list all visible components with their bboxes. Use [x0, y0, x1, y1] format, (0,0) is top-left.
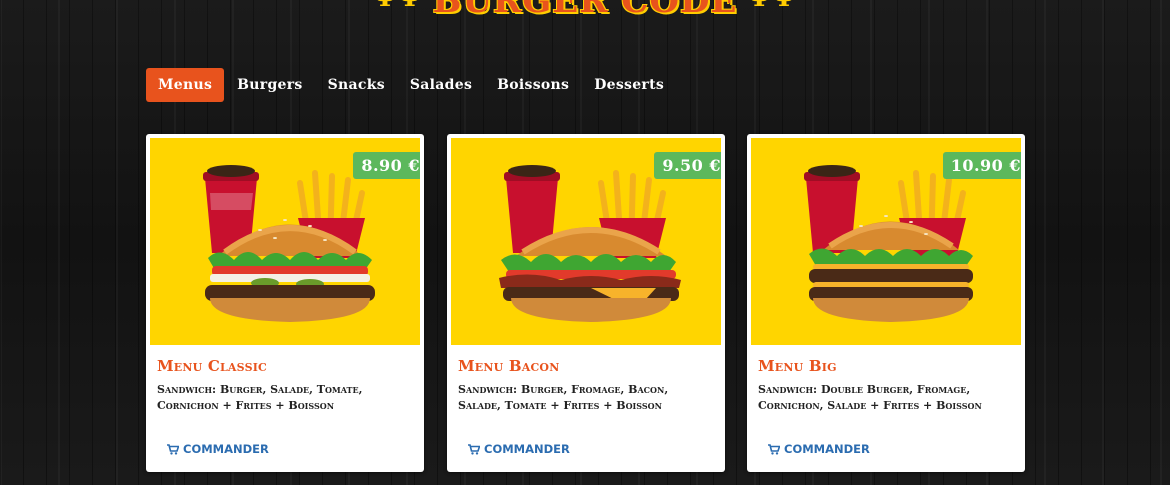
price-badge: 10.90 €: [942, 152, 1021, 179]
cart-icon: [167, 443, 179, 455]
product-photo: 8.90 €: [150, 138, 420, 345]
cart-icon: [768, 443, 780, 455]
order-button[interactable]: COMMANDER: [768, 442, 870, 456]
fork-knife-icon: ΨΨ: [747, 0, 796, 13]
product-photo: 10.90 €: [751, 138, 1021, 345]
product-card-menu-classic: 8.90 € Menu Classic Sandwich: Burger, Sa…: [146, 134, 424, 472]
order-button[interactable]: COMMANDER: [167, 442, 269, 456]
category-tabs: Menus Burgers Snacks Salades Boissons De…: [146, 68, 677, 102]
order-label: COMMANDER: [784, 442, 870, 456]
product-description: Sandwich: Double Burger, Fromage, Cornic…: [758, 383, 982, 412]
product-card-menu-bacon: 9.50 € Menu Bacon Sandwich: Burger, From…: [447, 134, 725, 472]
brand-name: BURGER CODE: [432, 0, 738, 21]
product-name: Menu Big: [758, 357, 837, 375]
order-label: COMMANDER: [183, 442, 269, 456]
tab-snacks[interactable]: Snacks: [316, 68, 397, 102]
product-description: Sandwich: Burger, Salade, Tomate, Cornic…: [157, 383, 363, 412]
cart-icon: [468, 443, 480, 455]
tab-menus[interactable]: Menus: [146, 68, 225, 102]
product-name: Menu Bacon: [458, 357, 560, 375]
tab-desserts[interactable]: Desserts: [582, 68, 676, 102]
price-badge: 8.90 €: [353, 152, 420, 179]
product-photo: 9.50 €: [451, 138, 721, 345]
price-badge: 9.50 €: [654, 152, 721, 179]
tab-burgers[interactable]: Burgers: [225, 68, 314, 102]
product-name: Menu Classic: [157, 357, 268, 375]
order-button[interactable]: COMMANDER: [468, 442, 570, 456]
order-label: COMMANDER: [484, 442, 570, 456]
fork-knife-icon: ΨΨ: [373, 0, 422, 13]
product-card-menu-big: 10.90 € Menu Big Sandwich: Double Burger…: [747, 134, 1025, 472]
brand-logo: ΨΨ BURGER CODE ΨΨ: [0, 0, 1170, 21]
product-description: Sandwich: Burger, Fromage, Bacon, Salade…: [458, 383, 669, 412]
tab-boissons[interactable]: Boissons: [485, 68, 581, 102]
tab-salades[interactable]: Salades: [398, 68, 484, 102]
